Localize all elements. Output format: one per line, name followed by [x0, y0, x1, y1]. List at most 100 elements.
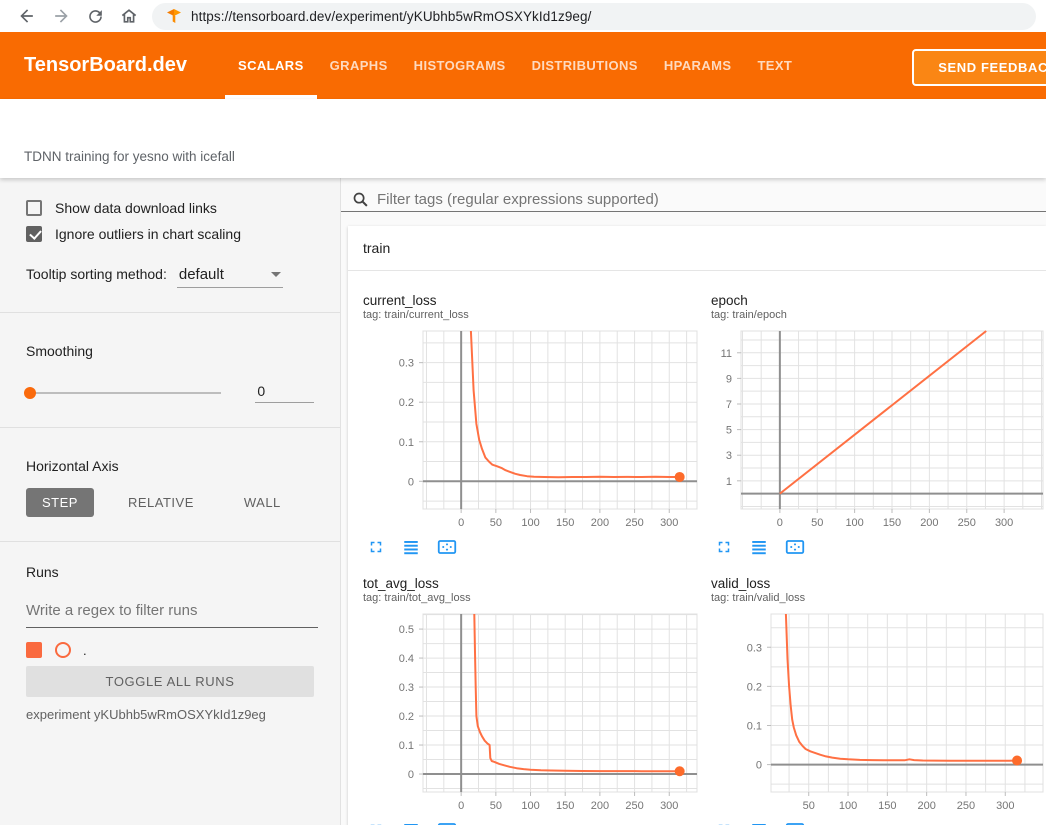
fit-domain-icon[interactable] — [785, 821, 805, 825]
fit-domain-icon[interactable] — [437, 821, 457, 825]
train-section-header[interactable]: train — [348, 226, 1046, 271]
reload-icon[interactable] — [78, 2, 112, 30]
svg-text:0: 0 — [756, 760, 762, 772]
tab-hparams[interactable]: HPARAMS — [651, 32, 745, 99]
svg-text:9: 9 — [726, 373, 732, 385]
svg-text:200: 200 — [917, 800, 935, 812]
tensorboard-page: https://tensorboard.dev/experiment/yKUbh… — [0, 0, 1046, 825]
sidebar-divider — [0, 427, 340, 428]
sidebar-divider — [0, 312, 340, 313]
train-section-title: train — [363, 240, 390, 256]
log-scale-toggle-icon[interactable] — [750, 821, 768, 825]
forward-arrow-icon[interactable] — [44, 2, 78, 30]
chart-plot-area[interactable]: 00.10.20.30.40.5050100150200250300 — [355, 608, 700, 817]
svg-text:0.1: 0.1 — [399, 437, 414, 449]
tab-scalars[interactable]: SCALARS — [225, 32, 317, 99]
step-button[interactable]: STEP — [26, 488, 94, 517]
log-scale-toggle-icon[interactable] — [402, 538, 420, 556]
chart-toolbar — [715, 538, 1046, 556]
chart-plot[interactable]: 00.10.20.30.40.5050100150200250300 — [355, 608, 701, 812]
svg-text:250: 250 — [625, 800, 643, 812]
send-feedback-button[interactable]: SEND FEEDBACK — [912, 49, 1046, 86]
chart-plot[interactable]: 00.10.20.3050100150200250300 — [355, 325, 701, 529]
run-color-swatch-icon — [55, 642, 71, 658]
show-download-links-checkbox[interactable]: Show data download links — [26, 200, 314, 216]
svg-text:50: 50 — [490, 800, 502, 812]
tooltip-sorting-select[interactable]: default — [177, 266, 283, 288]
nav-tabs: SCALARS GRAPHS HISTOGRAMS DISTRIBUTIONS … — [225, 32, 805, 99]
chevron-down-icon — [271, 272, 281, 277]
svg-text:150: 150 — [878, 800, 896, 812]
log-scale-toggle-icon[interactable] — [402, 821, 420, 825]
svg-text:0: 0 — [408, 769, 414, 781]
home-icon[interactable] — [112, 2, 146, 30]
smoothing-label: Smoothing — [26, 343, 314, 359]
chart-tag: tag: train/valid_loss — [711, 592, 1046, 604]
chart-title: epoch — [711, 293, 1046, 308]
experiment-id-line: experiment yKUbhb5wRmOSXYkId1z9eg — [26, 707, 314, 722]
chart-plot[interactable]: 00.10.20.350100150200250300 — [703, 608, 1046, 812]
url-text: https://tensorboard.dev/experiment/yKUbh… — [191, 9, 592, 24]
tab-histograms[interactable]: HISTOGRAMS — [401, 32, 519, 99]
experiment-description-band: TDNN training for yesno with icefall — [0, 99, 1046, 178]
runs-regex-input[interactable] — [26, 598, 318, 628]
back-arrow-icon[interactable] — [10, 2, 44, 30]
svg-text:3: 3 — [726, 450, 732, 462]
sidebar-divider — [0, 541, 340, 542]
chart-card-current-loss: current_loss tag: train/current_loss 00.… — [352, 293, 700, 556]
svg-text:250: 250 — [958, 517, 976, 529]
smoothing-value[interactable]: 0 — [255, 383, 314, 403]
svg-text:0.3: 0.3 — [747, 642, 762, 654]
svg-text:100: 100 — [521, 517, 539, 529]
chart-plot-area[interactable]: 00.10.20.3050100150200250300 — [355, 325, 700, 534]
svg-text:50: 50 — [490, 517, 502, 529]
expand-chart-icon[interactable] — [367, 821, 385, 825]
checkbox-checked-icon[interactable] — [26, 226, 42, 242]
chart-plot-area[interactable]: 00.10.20.350100150200250300 — [703, 608, 1046, 817]
expand-chart-icon[interactable] — [715, 538, 733, 556]
checkbox-unchecked-icon[interactable] — [26, 200, 42, 216]
chart-title: valid_loss — [711, 576, 1046, 591]
tab-text[interactable]: TEXT — [744, 32, 805, 99]
search-icon — [352, 191, 369, 208]
svg-text:300: 300 — [995, 517, 1013, 529]
run-row[interactable]: . — [26, 642, 314, 658]
address-bar[interactable]: https://tensorboard.dev/experiment/yKUbh… — [152, 3, 1036, 30]
svg-text:0: 0 — [458, 800, 464, 812]
chart-plot-area[interactable]: 1357911050100150200250300 — [703, 325, 1046, 534]
runs-label: Runs — [26, 564, 314, 580]
svg-text:0.4: 0.4 — [399, 653, 414, 665]
fit-domain-icon[interactable] — [437, 538, 457, 556]
expand-chart-icon[interactable] — [367, 538, 385, 556]
filter-tags-input[interactable] — [377, 191, 1046, 208]
fit-domain-icon[interactable] — [785, 538, 805, 556]
chart-tag: tag: train/tot_avg_loss — [363, 592, 700, 604]
scalars-main-panel: train current_loss tag: train/current_lo… — [341, 178, 1046, 825]
wall-button[interactable]: WALL — [228, 488, 297, 517]
svg-text:1: 1 — [726, 476, 732, 488]
toggle-all-runs-button[interactable]: TOGGLE ALL RUNS — [26, 666, 314, 697]
smoothing-slider[interactable] — [26, 392, 221, 394]
ignore-outliers-checkbox[interactable]: Ignore outliers in chart scaling — [26, 226, 314, 242]
chart-card-epoch: epoch tag: train/epoch 13579110501001502… — [700, 293, 1046, 556]
chart-grid: current_loss tag: train/current_loss 00.… — [348, 271, 1046, 825]
log-scale-toggle-icon[interactable] — [750, 538, 768, 556]
tooltip-sorting-row: Tooltip sorting method: default — [26, 266, 314, 288]
svg-text:250: 250 — [625, 517, 643, 529]
tab-graphs[interactable]: GRAPHS — [317, 32, 401, 99]
expand-chart-icon[interactable] — [715, 821, 733, 825]
chart-plot[interactable]: 1357911050100150200250300 — [703, 325, 1046, 529]
svg-text:0.3: 0.3 — [399, 358, 414, 370]
tooltip-sorting-label: Tooltip sorting method: — [26, 266, 167, 282]
svg-text:100: 100 — [839, 800, 857, 812]
experiment-description: TDNN training for yesno with icefall — [24, 149, 235, 164]
svg-text:150: 150 — [556, 800, 574, 812]
svg-text:300: 300 — [660, 800, 678, 812]
relative-button[interactable]: RELATIVE — [112, 488, 210, 517]
slider-thumb[interactable] — [24, 387, 36, 399]
tab-distributions[interactable]: DISTRIBUTIONS — [519, 32, 651, 99]
app-header: TensorBoard.dev SCALARS GRAPHS HISTOGRAM… — [0, 32, 1046, 99]
run-checkbox-checked-icon[interactable] — [26, 642, 42, 658]
svg-text:5: 5 — [726, 425, 732, 437]
svg-text:7: 7 — [726, 399, 732, 411]
